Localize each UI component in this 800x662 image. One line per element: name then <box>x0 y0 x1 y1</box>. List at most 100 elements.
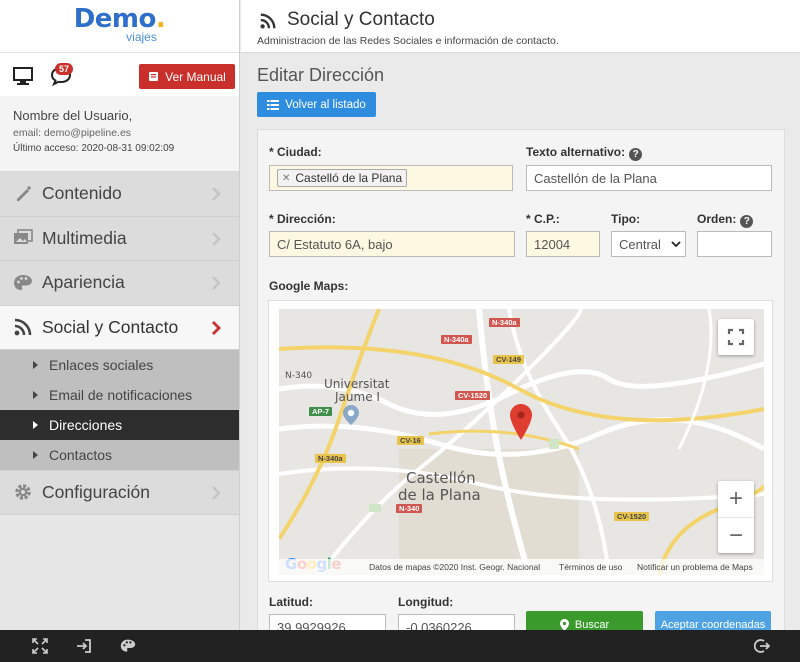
address-form: * Ciudad: ✕ Castelló de la Plana Texto al… <box>257 129 785 630</box>
fullscreen-icon <box>727 328 745 346</box>
road-label: CV-149 <box>493 355 525 364</box>
chevron-right-icon <box>212 231 221 246</box>
subnav-item-contactos[interactable]: Contactos <box>0 440 239 470</box>
sidebar-toolbar: 57 Ver Manual <box>0 52 239 96</box>
caret-right-icon <box>33 421 38 429</box>
map-container: N-340a N-340a CV-149 N-340 Universitat J… <box>268 300 773 582</box>
logout-icon[interactable] <box>754 638 770 654</box>
ciudad-select[interactable]: ✕ Castelló de la Plana <box>269 165 513 191</box>
main-content: Editar Dirección Volver al listado * Ciu… <box>241 54 800 630</box>
subnav-social: Enlaces sociales Email de notificaciones… <box>0 350 239 470</box>
monitor-icon[interactable] <box>13 67 33 85</box>
list-icon <box>267 99 280 110</box>
tipo-label: Tipo: <box>611 212 641 226</box>
nav-item-label: Configuración <box>42 481 150 502</box>
chevron-right-icon <box>212 320 221 335</box>
nav-item-label: Apariencia <box>42 272 125 293</box>
subnav-item-direcciones[interactable]: Direcciones <box>0 410 239 440</box>
road-label: N-340 <box>396 504 423 513</box>
subnav-item-label: Email de notificaciones <box>49 387 193 403</box>
orden-input[interactable] <box>697 231 772 257</box>
app-logo[interactable]: Demo. viajes <box>0 0 239 52</box>
ver-manual-button[interactable]: Ver Manual <box>139 64 235 89</box>
nav-item-label: Contenido <box>42 183 122 204</box>
texto-alternativo-label: Texto alternativo:? <box>526 145 643 161</box>
chevron-down-icon <box>671 241 681 248</box>
nav-item-label: Social y Contacto <box>42 316 179 337</box>
texto-alternativo-label-text: Texto alternativo: <box>526 145 626 159</box>
nav-item-apariencia[interactable]: Apariencia <box>0 261 239 306</box>
user-last-access: Último acceso: 2020-08-31 09:02:09 <box>13 143 175 154</box>
user-email: email: demo@pipeline.es <box>13 127 132 139</box>
notification-badge: 57 <box>55 63 74 75</box>
sign-in-icon[interactable] <box>76 638 92 654</box>
google-map[interactable]: N-340a N-340a CV-149 N-340 Universitat J… <box>279 309 764 575</box>
volver-listado-label: Volver al listado <box>285 98 366 111</box>
volver-listado-button[interactable]: Volver al listado <box>257 92 376 117</box>
nav-item-label: Multimedia <box>42 227 127 248</box>
road-label: N-340a <box>315 454 346 463</box>
map-place-label: Universitat <box>324 377 390 391</box>
expand-icon[interactable] <box>32 638 48 654</box>
help-icon[interactable]: ? <box>740 215 754 228</box>
subnav-item-email-notificaciones[interactable]: Email de notificaciones <box>0 380 239 410</box>
section-title: Editar Dirección <box>257 65 385 85</box>
cp-input[interactable]: 12004 <box>526 231 600 257</box>
bottom-bar <box>0 630 800 662</box>
university-marker-icon[interactable] <box>343 405 359 425</box>
longitud-input[interactable]: -0.0360226 <box>398 614 515 630</box>
chevron-right-icon <box>212 187 221 201</box>
subnav-item-label: Contactos <box>49 447 113 463</box>
road-label: CV-1520 <box>455 391 491 400</box>
ciudad-label: * Ciudad: <box>269 145 322 159</box>
chevron-right-icon <box>212 276 221 290</box>
page-description: Administracion de las Redes Sociales e i… <box>257 35 559 47</box>
help-icon[interactable]: ? <box>629 148 643 161</box>
subnav-item-label: Enlaces sociales <box>49 357 154 373</box>
buscar-button[interactable]: Buscar <box>526 611 643 630</box>
road-label: CV-1520 <box>614 512 650 521</box>
nav-item-social-y-contacto[interactable]: Social y Contacto <box>0 305 239 350</box>
road-label: N-340a <box>489 318 520 327</box>
longitud-label: Longitud: <box>398 595 454 609</box>
page-title: Social y Contacto <box>287 9 435 30</box>
latitud-input[interactable]: 39.9929926 <box>269 614 386 630</box>
fullscreen-button[interactable] <box>718 319 754 355</box>
latitud-label: Latitud: <box>269 595 313 609</box>
user-info: Nombre del Usuario, email: demo@pipeline… <box>0 96 239 172</box>
subnav-item-enlaces-sociales[interactable]: Enlaces sociales <box>0 350 239 380</box>
palette-icon <box>14 274 32 290</box>
buscar-label: Buscar <box>574 619 610 630</box>
direccion-input[interactable]: C/ Estatuto 6A, bajo <box>269 231 515 257</box>
user-name: Nombre del Usuario, <box>13 108 133 123</box>
palette-icon[interactable] <box>120 638 136 654</box>
nav-item-contenido[interactable]: Contenido <box>0 172 239 217</box>
map-place-label: Jaume I <box>335 390 380 404</box>
gear-icon <box>15 484 31 500</box>
road-label: AP-7 <box>309 407 333 416</box>
chevron-right-icon <box>212 486 221 500</box>
texto-alternativo-input[interactable]: Castellón de la Plana <box>526 165 772 191</box>
ciudad-tag-label: Castelló de la Plana <box>295 171 403 185</box>
orden-label-text: Orden: <box>697 212 737 226</box>
map-pin-icon[interactable] <box>510 404 532 440</box>
tipo-select[interactable]: Central <box>611 231 686 257</box>
caret-right-icon <box>33 391 38 399</box>
nav-item-multimedia[interactable]: Multimedia <box>0 216 239 261</box>
remove-tag-icon[interactable]: ✕ <box>282 173 290 184</box>
images-icon <box>14 229 33 245</box>
orden-label: Orden:? <box>697 212 754 228</box>
zoom-in-button[interactable]: + <box>718 481 754 517</box>
map-report-link[interactable]: Notificar un problema de Maps <box>637 562 753 572</box>
nav-item-configuracion[interactable]: Configuración <box>0 470 239 515</box>
map-city-label: de la Plana <box>398 486 481 504</box>
zoom-out-button[interactable]: − <box>718 517 754 553</box>
page-header: Social y Contacto Administracion de las … <box>241 0 800 53</box>
map-terms-link[interactable]: Términos de uso <box>559 562 622 572</box>
aceptar-coordenadas-button[interactable]: Aceptar coordenadas <box>655 611 771 630</box>
caret-right-icon <box>33 361 38 369</box>
map-roads <box>279 309 764 575</box>
road-label: N-340a <box>441 335 472 344</box>
pencil-icon <box>17 185 32 201</box>
map-footer: Datos de mapas ©2020 Inst. Geogr. Nacion… <box>279 559 764 575</box>
